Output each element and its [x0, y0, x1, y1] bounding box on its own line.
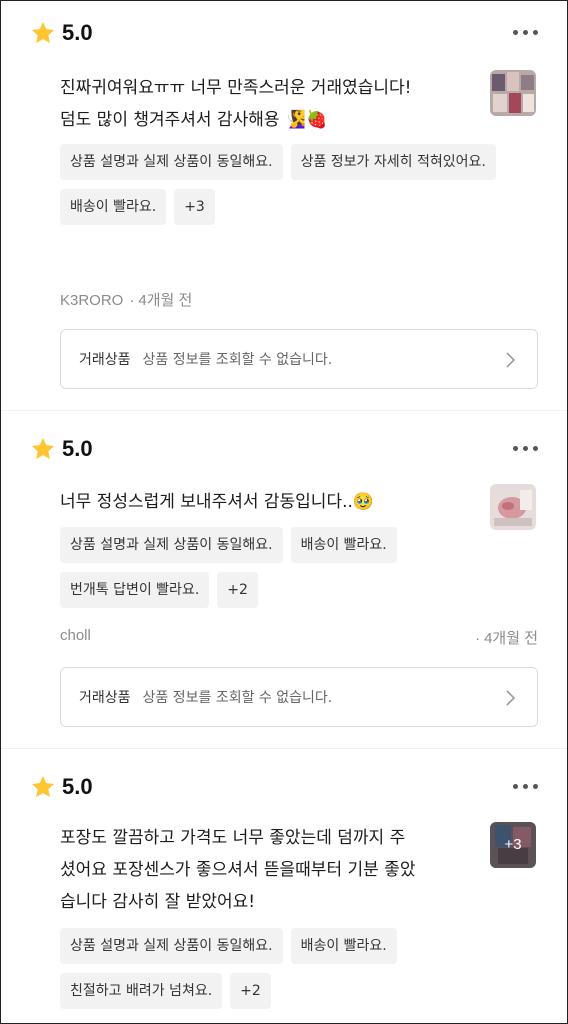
- star-icon: [31, 21, 55, 43]
- rating: 5.0: [30, 20, 93, 46]
- review-tag: 번개톡 답변이 빨라요.: [60, 572, 210, 608]
- photo-count-overlay: +3: [504, 836, 522, 853]
- author-name[interactable]: K3RORO: [60, 292, 123, 309]
- rating-score: 5.0: [62, 436, 93, 461]
- review-text: 포장도 깔끔하고 가격도 너무 좋았는데 덤까지 주 셨어요 포장센스가 좋으셔…: [60, 822, 480, 918]
- review-tag: 친절하고 배려가 넘쳐요.: [60, 973, 223, 1009]
- review-text-line: 너무 정성스럽게 보내주셔서 감동입니다..🥹: [60, 492, 375, 512]
- more-options-icon[interactable]: [513, 30, 538, 35]
- review-tag: 배송이 빨라요.: [290, 527, 397, 563]
- review-tag: 배송이 빨라요.: [60, 189, 167, 225]
- more-tags-button[interactable]: +2: [217, 572, 258, 608]
- review-tag: 배송이 빨라요.: [290, 928, 397, 964]
- review-tags: 상품 설명과 실제 상품이 동일해요. 배송이 빨라요. 친절하고 배려가 넘쳐…: [60, 928, 500, 1009]
- review-tag: 상품 정보가 자세히 적혀있어요.: [290, 144, 496, 180]
- rating: 5.0: [30, 436, 93, 462]
- star-icon: [31, 437, 55, 459]
- review-tags: 상품 설명과 실제 상품이 동일해요. 상품 정보가 자세히 적혀있어요. 배송…: [60, 144, 500, 225]
- review-photo-thumbnail[interactable]: [490, 484, 536, 530]
- review-text-line: 덤도 많이 챙겨주셔서 감사해용 🧏‍♀️🍓: [60, 110, 328, 130]
- product-info-box[interactable]: 거래상품 상품 정보를 조회할 수 없습니다.: [60, 329, 538, 389]
- divider: [0, 748, 568, 749]
- product-info-box[interactable]: 거래상품 상품 정보를 조회할 수 없습니다.: [60, 667, 538, 727]
- review-tag: 상품 설명과 실제 상품이 동일해요.: [60, 527, 283, 563]
- chevron-right-icon: [506, 690, 516, 706]
- star-icon: [31, 775, 55, 797]
- review-tag: 상품 설명과 실제 상품이 동일해요.: [60, 144, 283, 180]
- review-meta: choll · 4개월 전: [60, 627, 538, 648]
- more-options-icon[interactable]: [513, 784, 538, 789]
- review-date: 4개월 전: [484, 630, 538, 647]
- review-tags: 상품 설명과 실제 상품이 동일해요. 배송이 빨라요. 번개톡 답변이 빨라요…: [60, 527, 500, 608]
- review-date: 4개월 전: [138, 292, 193, 309]
- rating-score: 5.0: [62, 774, 93, 799]
- more-tags-button[interactable]: +3: [174, 189, 215, 225]
- review-text: 너무 정성스럽게 보내주셔서 감동입니다..🥹: [60, 486, 480, 518]
- more-options-icon[interactable]: [513, 446, 538, 451]
- review-tag: 상품 설명과 실제 상품이 동일해요.: [60, 928, 283, 964]
- review-text-line: 셨어요 포장센스가 좋으셔서 뜯을때부터 기분 좋았: [60, 860, 416, 880]
- more-tags-button[interactable]: +2: [230, 973, 271, 1009]
- review-photo-thumbnail[interactable]: [490, 70, 536, 116]
- review-photo-thumbnail[interactable]: +3: [490, 822, 536, 868]
- chevron-right-icon: [506, 352, 516, 368]
- product-label: 거래상품: [79, 690, 131, 706]
- product-label: 거래상품: [79, 352, 131, 368]
- rating: 5.0: [30, 774, 93, 800]
- review-text-line: 진짜귀여워요ㅠㅠ 너무 만족스러운 거래였습니다!: [60, 78, 412, 98]
- product-unavailable-text: 상품 정보를 조회할 수 없습니다.: [142, 352, 333, 368]
- product-unavailable-text: 상품 정보를 조회할 수 없습니다.: [142, 690, 333, 706]
- review-meta: K3RORO · 4개월 전: [60, 292, 193, 309]
- review-text-line: 포장도 깔끔하고 가격도 너무 좋았는데 덤까지 주: [60, 828, 406, 848]
- divider: [0, 410, 568, 411]
- review-text: 진짜귀여워요ㅠㅠ 너무 만족스러운 거래였습니다! 덤도 많이 챙겨주셔서 감사…: [60, 72, 480, 136]
- rating-score: 5.0: [62, 20, 93, 45]
- review-text-line: 습니다 감사히 잘 받았어요!: [60, 892, 256, 912]
- author-name[interactable]: choll: [60, 627, 91, 648]
